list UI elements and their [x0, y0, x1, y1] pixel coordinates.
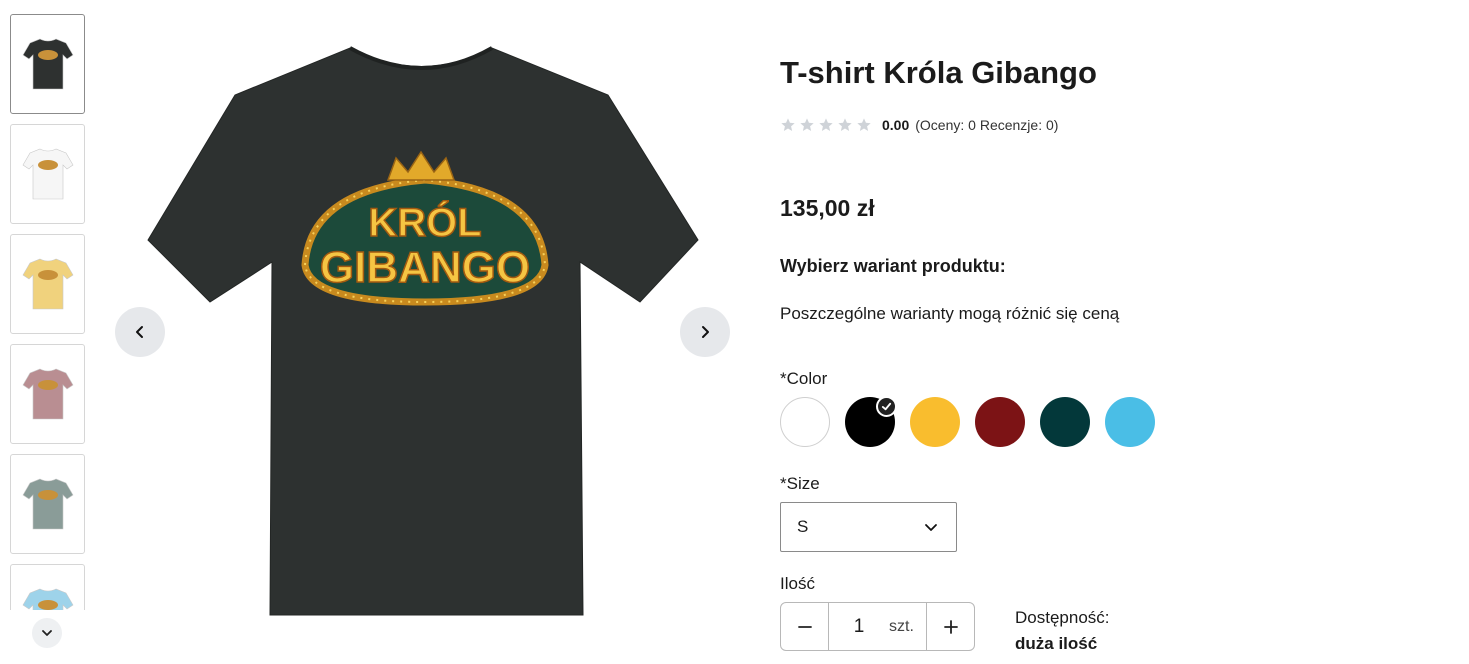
minus-icon — [797, 625, 812, 628]
availability-label: Dostępność: — [1015, 608, 1110, 627]
availability: Dostępność: duża ilość — [1015, 605, 1110, 657]
color-swatch-yellow[interactable] — [910, 397, 960, 447]
size-selected-value: S — [797, 517, 809, 536]
thumbnail-black[interactable] — [10, 14, 85, 114]
chevron-down-icon — [925, 524, 937, 531]
thumbnail-yellow[interactable] — [10, 234, 85, 334]
tshirt-thumbnail-icon — [22, 148, 73, 200]
color-swatch-dark-green[interactable] — [1040, 397, 1090, 447]
previous-image-button[interactable] — [115, 307, 165, 357]
product-price: 135,00 zł — [780, 195, 875, 221]
tshirt-thumbnail-icon — [22, 478, 73, 530]
thumbnail-list — [10, 14, 86, 610]
rating-counts: (Oceny: 0 Recenzje: 0) — [915, 117, 1059, 133]
tshirt-thumbnail-icon — [22, 588, 73, 610]
next-image-button[interactable] — [680, 307, 730, 357]
rating-value: 0.00 — [882, 117, 910, 133]
chevron-down-icon — [42, 630, 52, 636]
quantity-stepper: szt. — [780, 602, 975, 651]
size-label: *Size — [780, 474, 820, 493]
product-title: T-shirt Króla Gibango — [780, 55, 1097, 90]
tshirt-thumbnail-icon — [22, 38, 73, 90]
product-rating: 0.00 (Oceny: 0 Recenzje: 0) — [780, 117, 1058, 133]
chevron-left-icon — [136, 326, 143, 338]
color-swatch-burgundy[interactable] — [975, 397, 1025, 447]
print-text-bottom: GIBANGO — [320, 243, 530, 292]
star-icon — [819, 118, 833, 131]
color-swatches — [780, 396, 1155, 447]
star-icon — [838, 118, 852, 131]
quantity-label: Ilość — [780, 574, 815, 593]
plus-icon — [943, 619, 958, 634]
checkmark-icon — [876, 396, 897, 417]
star-icon — [800, 118, 814, 131]
quantity-field: szt. — [829, 603, 926, 650]
tshirt-image: KRÓL GIBANGO — [147, 46, 699, 616]
thumbnail-sage[interactable] — [10, 454, 85, 554]
availability-value: duża ilość — [1015, 634, 1098, 653]
thumbnails-scroll-down-button[interactable] — [32, 618, 62, 648]
thumbnail-mauve[interactable] — [10, 344, 85, 444]
size-select[interactable]: S — [780, 502, 957, 552]
tshirt-thumbnail-icon — [22, 258, 73, 310]
star-icon — [857, 118, 871, 131]
thumbnail-light-blue[interactable] — [10, 564, 85, 610]
color-swatch-black[interactable] — [845, 396, 897, 447]
tshirt-thumbnail-icon — [22, 368, 73, 420]
variant-note: Poszczególne warianty mogą różnić się ce… — [780, 304, 1120, 323]
main-product-image: KRÓL GIBANGO — [140, 40, 705, 625]
tshirt-body — [147, 47, 699, 616]
color-swatch-white[interactable] — [780, 397, 830, 447]
variant-heading: Wybierz wariant produktu: — [780, 256, 1006, 276]
rating-stars — [780, 117, 872, 133]
color-label: *Color — [780, 369, 828, 388]
quantity-decrease-button[interactable] — [781, 603, 829, 650]
chevron-right-icon — [702, 326, 709, 338]
print-text-top: KRÓL — [368, 199, 481, 245]
star-icon — [781, 118, 795, 131]
quantity-input[interactable] — [829, 615, 889, 638]
quantity-unit: szt. — [889, 617, 914, 635]
thumbnail-white[interactable] — [10, 124, 85, 224]
color-swatch-sky-blue[interactable] — [1105, 397, 1155, 447]
quantity-increase-button[interactable] — [926, 603, 974, 650]
